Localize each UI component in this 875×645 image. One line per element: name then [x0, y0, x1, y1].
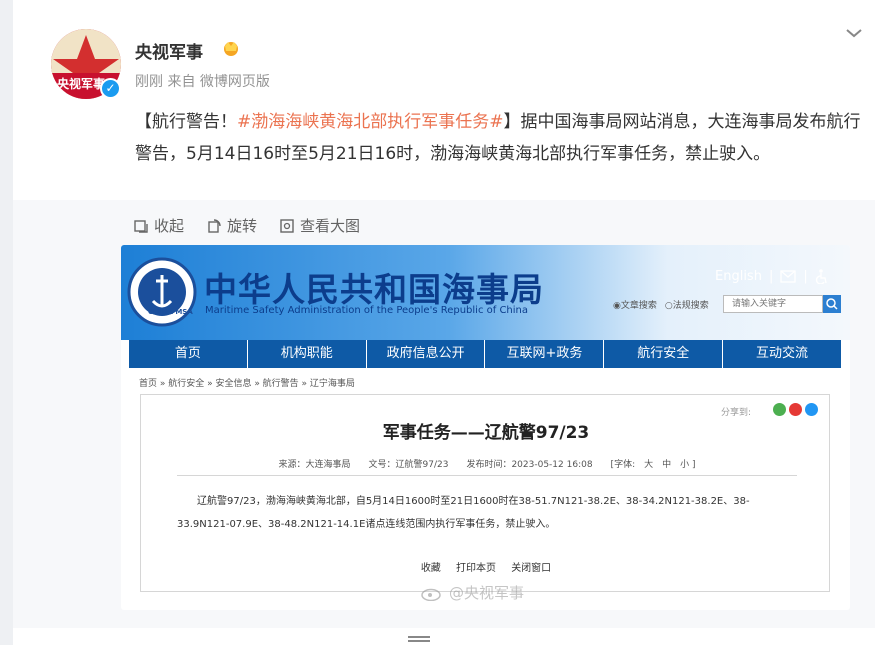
- post-time: 刚刚: [135, 74, 163, 90]
- close-window-link[interactable]: 关闭窗口: [511, 563, 551, 574]
- qq-icon[interactable]: [805, 403, 818, 416]
- nav-item-gov-info[interactable]: 政府信息公开: [367, 340, 486, 368]
- site-title: 中华人民共和国海事局: [204, 270, 544, 309]
- emblem-text: CHINA MSA: [148, 308, 193, 316]
- nav-item-home[interactable]: 首页: [129, 340, 248, 368]
- article-panel: 分享到: 军事任务——辽航警97/23 来源：大连海事局 文号：辽航警97/23…: [140, 394, 830, 592]
- site-subtitle: Maritime Safety Administration of the Pe…: [205, 305, 529, 316]
- share-icons: [773, 403, 818, 416]
- crown-icon: [224, 42, 238, 56]
- author-name[interactable]: 央视军事: [135, 38, 203, 63]
- post-text-prefix: 【航行警告！: [135, 112, 237, 132]
- post-text: 【航行警告！#渤海海峡黄海北部执行军事任务#】据中国海事局网站消息，大连海事局发…: [135, 106, 865, 170]
- view-large-icon: [280, 218, 294, 233]
- post-source[interactable]: 来自 微博网页版: [167, 74, 269, 90]
- search-input[interactable]: 请输入关键字: [723, 295, 823, 313]
- screenshot-image[interactable]: CHINA MSA 中华人民共和国海事局 Maritime Safety Adm…: [121, 245, 850, 610]
- search-options: ◉文章搜索 ○法规搜索: [613, 298, 709, 311]
- weibo-logo-icon: [421, 588, 441, 601]
- site-nav: 首页 机构职能 政府信息公开 互联网+政务 航行安全 互动交流: [129, 340, 841, 368]
- chevron-down-icon[interactable]: [845, 26, 863, 40]
- article-meta: 来源：大连海事局 文号：辽航警97/23 发布时间：2023-05-12 16:…: [177, 457, 797, 476]
- nav-item-nav-safety[interactable]: 航行安全: [604, 340, 724, 368]
- collapse-label: 收起: [154, 217, 185, 235]
- hashtag-link[interactable]: #渤海海峡黄海北部执行军事任务#: [237, 112, 504, 132]
- collapse-icon: [134, 219, 148, 233]
- wechat-icon[interactable]: [773, 403, 786, 416]
- nav-item-e-gov[interactable]: 互联网+政务: [485, 340, 605, 368]
- watermark-text: @央视军事: [449, 584, 525, 602]
- verified-icon: ✓: [100, 78, 121, 99]
- favorite-link[interactable]: 收藏: [421, 563, 441, 574]
- english-link[interactable]: English: [715, 269, 762, 284]
- top-links: English | |: [715, 269, 828, 284]
- search-button[interactable]: [823, 295, 841, 313]
- view-large-label: 查看大图: [300, 217, 361, 235]
- article-body: 辽航警97/23，渤海海峡黄海北部，自5月14日1600时至21日1600时在3…: [177, 496, 750, 530]
- search-option-law[interactable]: ○法规搜索: [665, 298, 709, 311]
- mail-icon[interactable]: [780, 270, 796, 283]
- view-large-button[interactable]: 查看大图: [279, 215, 360, 236]
- search-option-article[interactable]: ◉文章搜索: [613, 298, 657, 311]
- print-link[interactable]: 打印本页: [456, 563, 496, 574]
- rotate-icon: [208, 218, 221, 233]
- weibo-icon[interactable]: [789, 403, 802, 416]
- search-icon: [826, 298, 838, 310]
- rotate-button[interactable]: 旋转: [206, 215, 257, 236]
- article-title: 军事任务——辽航警97/23: [382, 423, 590, 443]
- site-header: CHINA MSA 中华人民共和国海事局 Maritime Safety Adm…: [121, 245, 850, 340]
- post-meta: 刚刚 来自 微博网页版: [135, 71, 270, 91]
- separator: |: [768, 269, 774, 284]
- image-toolbar: 收起 旋转 查看大图: [133, 215, 360, 236]
- nav-item-functions[interactable]: 机构职能: [248, 340, 367, 368]
- collapse-button[interactable]: 收起: [133, 215, 184, 236]
- share-label: 分享到:: [721, 408, 752, 418]
- avatar-label: 央视军事: [57, 77, 106, 91]
- accessibility-icon[interactable]: [815, 269, 828, 284]
- separator: |: [803, 269, 808, 284]
- rotate-label: 旋转: [227, 217, 258, 235]
- menu-handle-icon[interactable]: [408, 636, 430, 642]
- breadcrumb: 首页 » 航行安全 » 安全信息 » 航行警告 » 辽宁海事局: [139, 379, 355, 389]
- watermark: @央视军事: [421, 582, 524, 603]
- article-actions: 收藏 打印本页 关闭窗口: [141, 559, 831, 574]
- nav-item-interaction[interactable]: 互动交流: [723, 340, 841, 368]
- msa-emblem-icon: [127, 257, 197, 327]
